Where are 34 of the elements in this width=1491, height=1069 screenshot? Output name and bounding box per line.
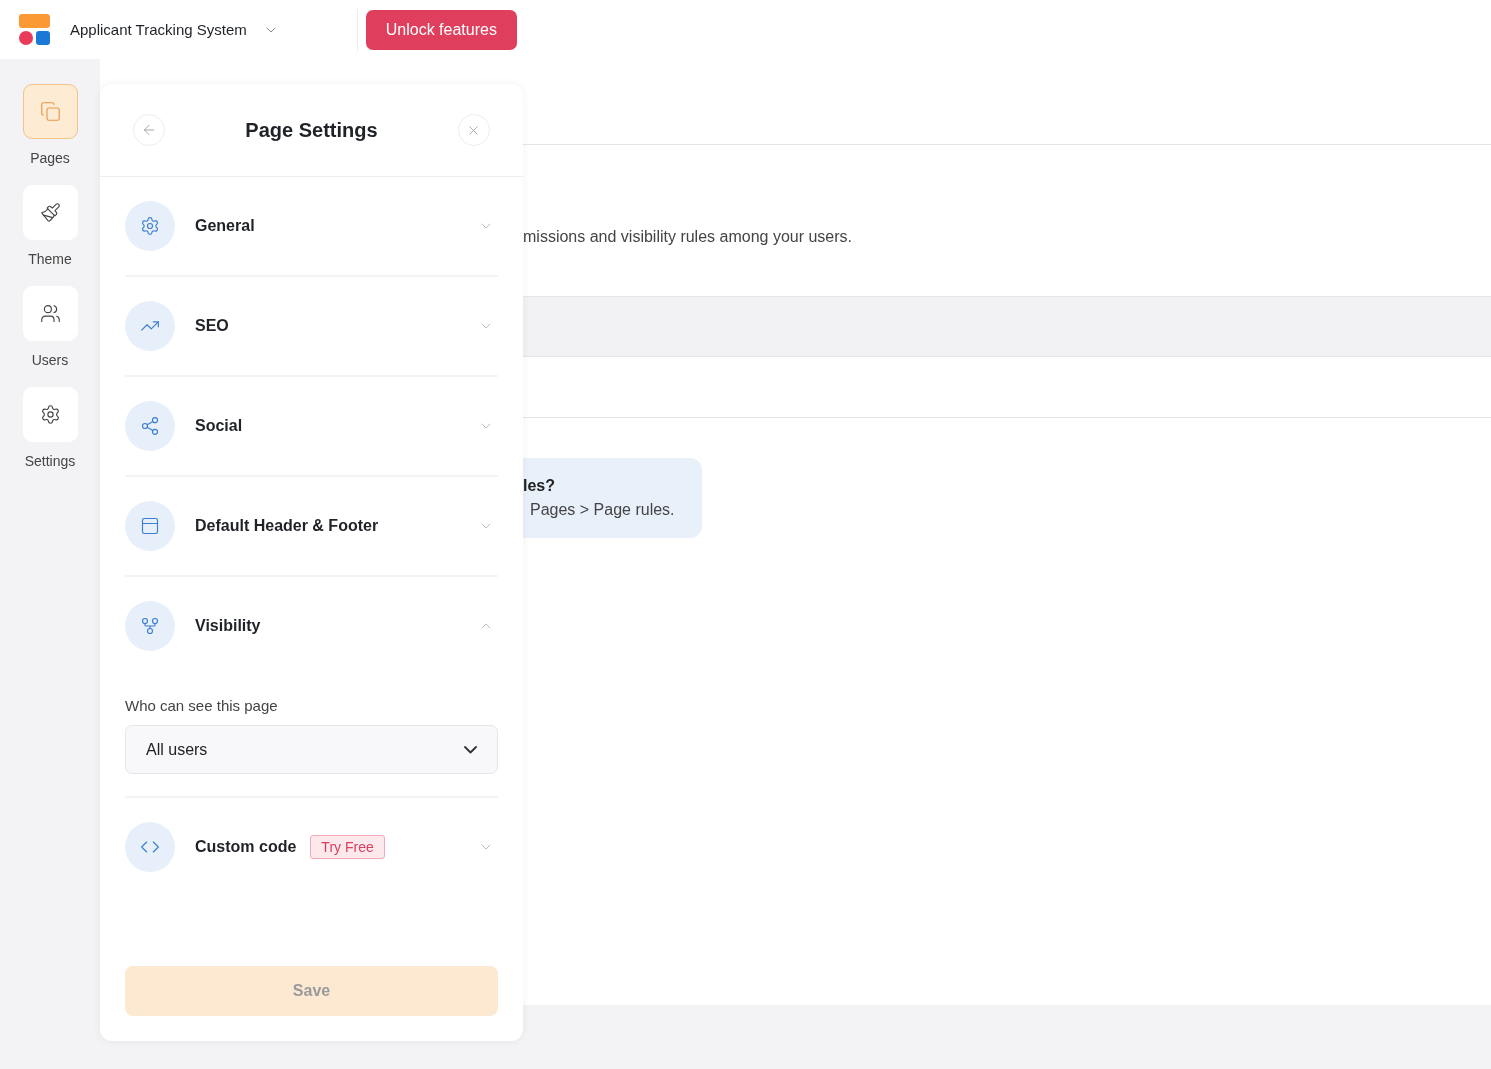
info-text: Pages > Page rules. <box>529 501 676 519</box>
unlock-features-button[interactable]: Unlock features <box>365 9 517 50</box>
visibility-dropdown[interactable]: All users <box>125 725 498 774</box>
code-icon <box>125 822 175 872</box>
back-button[interactable] <box>133 114 165 146</box>
section-title[interactable]: SEO <box>195 317 229 335</box>
nav-label[interactable]: Theme <box>28 251 72 267</box>
try-free-badge: Try Free <box>310 835 385 859</box>
panel-title: Page Settings <box>245 118 378 142</box>
section-title[interactable]: Default Header & Footer <box>195 517 379 535</box>
settings-icon <box>39 404 61 425</box>
nav-label[interactable]: Settings <box>24 453 76 469</box>
close-button[interactable] <box>458 114 490 146</box>
window-icon <box>125 501 175 551</box>
app-name[interactable]: Applicant Tracking System <box>70 21 247 38</box>
info-title: les? <box>523 477 556 495</box>
settings-icon <box>125 201 175 251</box>
nav-label[interactable]: Users <box>31 352 69 368</box>
field-label: Who can see this page <box>125 697 279 714</box>
windows-icon <box>39 101 61 122</box>
share-icon <box>125 401 175 451</box>
section-title[interactable]: Custom code <box>195 838 297 856</box>
users-icon <box>39 303 61 324</box>
section-title[interactable]: Visibility <box>195 617 261 635</box>
paintbrush-icon <box>39 202 61 223</box>
section-title[interactable]: General <box>195 217 255 235</box>
logo-icon <box>19 14 50 45</box>
nav-label[interactable]: Pages <box>30 150 70 166</box>
section-title[interactable]: Social <box>195 417 243 435</box>
chevron-down-icon <box>464 745 477 754</box>
branch-icon <box>125 601 175 651</box>
nav-tile[interactable] <box>22 84 78 139</box>
chart-icon <box>125 301 175 351</box>
description-text: missions and visibility rules among your users. <box>523 228 852 246</box>
